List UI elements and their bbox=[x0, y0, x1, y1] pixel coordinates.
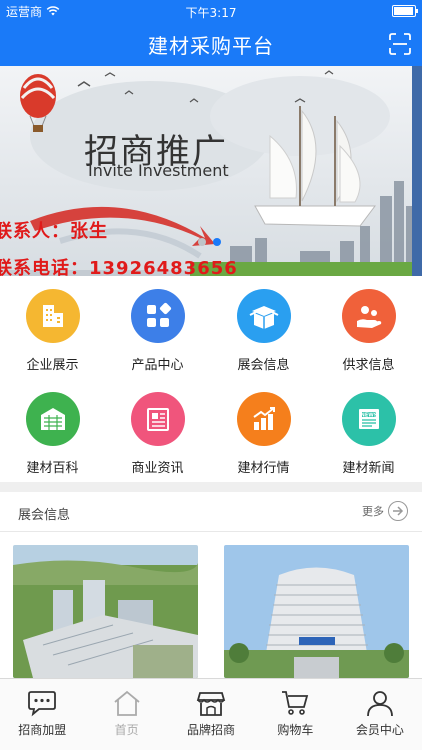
menu-label: 展会信息 bbox=[237, 358, 290, 373]
svg-text:NEWS: NEWS bbox=[360, 413, 377, 419]
section-title: 展会信息 bbox=[18, 508, 71, 523]
expo-photo-center bbox=[13, 545, 198, 678]
status-time: 下午3:17 bbox=[185, 6, 237, 20]
nav-bar: 建材采购平台 bbox=[0, 22, 422, 66]
menu-label: 建材行情 bbox=[237, 461, 290, 476]
tab-franchise[interactable]: 招商加盟 bbox=[0, 679, 84, 750]
menu-label: 商业资讯 bbox=[131, 461, 184, 476]
page-title: 建材采购平台 bbox=[148, 33, 274, 58]
bottom-tab-bar: 招商加盟 首页 品牌招商 购物车 会员中心 bbox=[0, 678, 422, 750]
newspaper-icon bbox=[130, 392, 185, 446]
contact-phone: 联系电话：13926483656 bbox=[0, 258, 238, 276]
expo-card-image[interactable] bbox=[13, 545, 198, 678]
promo-banner[interactable]: 招商推广 Invite Investment 联系人：张生 联系电话：13926… bbox=[0, 66, 422, 276]
section-divider bbox=[0, 482, 422, 492]
warehouse-icon bbox=[25, 392, 80, 446]
tab-label: 首页 bbox=[114, 723, 139, 737]
menu-label: 建材百科 bbox=[26, 461, 79, 476]
menu-label: 建材新闻 bbox=[342, 461, 395, 476]
tab-member[interactable]: 会员中心 bbox=[338, 679, 422, 750]
contact-person: 联系人：张生 bbox=[0, 221, 108, 242]
tab-cart[interactable]: 购物车 bbox=[253, 679, 337, 750]
category-menu: 企业展示 产品中心 展会信息 供求信息 建材百科 商业资讯 建材行情 NEWS … bbox=[0, 276, 422, 482]
home-icon bbox=[114, 690, 140, 716]
menu-label: 供求信息 bbox=[342, 358, 395, 373]
menu-item-news[interactable]: NEWS 建材新闻 bbox=[316, 379, 421, 479]
bar-chart-icon bbox=[236, 392, 291, 446]
chat-icon bbox=[28, 691, 57, 717]
expo-photo-hotel bbox=[224, 545, 409, 678]
menu-item-supply[interactable]: 供求信息 bbox=[316, 276, 421, 376]
news-icon: NEWS bbox=[341, 392, 396, 446]
menu-label: 产品中心 bbox=[131, 358, 184, 373]
menu-item-expo[interactable]: 展会信息 bbox=[211, 276, 316, 376]
tab-label: 会员中心 bbox=[355, 723, 404, 737]
user-icon bbox=[366, 691, 393, 717]
tab-home[interactable]: 首页 bbox=[84, 679, 168, 750]
carousel-dot[interactable] bbox=[198, 238, 206, 246]
tab-label: 招商加盟 bbox=[18, 723, 67, 737]
menu-item-products[interactable]: 产品中心 bbox=[105, 276, 210, 376]
battery-icon bbox=[392, 5, 418, 17]
banner-subtitle: Invite Investment bbox=[88, 161, 229, 180]
menu-item-business-news[interactable]: 商业资讯 bbox=[105, 379, 210, 479]
expo-section-header: 展会信息 更多 bbox=[0, 492, 422, 532]
box-icon bbox=[236, 289, 291, 343]
expo-card-image[interactable] bbox=[224, 545, 409, 678]
arrow-right-icon bbox=[388, 501, 408, 521]
status-bar: 运营商 下午3:17 bbox=[0, 0, 422, 22]
menu-item-enterprise[interactable]: 企业展示 bbox=[0, 276, 105, 376]
carousel-dots[interactable] bbox=[198, 238, 221, 246]
scan-icon[interactable] bbox=[388, 32, 412, 56]
shop-icon bbox=[196, 692, 226, 716]
cart-icon bbox=[282, 691, 309, 715]
building-icon bbox=[25, 289, 80, 343]
more-label: 更多 bbox=[362, 505, 384, 518]
menu-label: 企业展示 bbox=[26, 358, 79, 373]
grid-icon bbox=[130, 289, 185, 343]
tab-label: 购物车 bbox=[277, 723, 314, 737]
menu-item-market[interactable]: 建材行情 bbox=[211, 379, 316, 479]
carousel-dot-active[interactable] bbox=[213, 238, 221, 246]
tab-label: 品牌招商 bbox=[187, 723, 236, 737]
battery-fill bbox=[394, 7, 413, 15]
tab-brand[interactable]: 品牌招商 bbox=[169, 679, 253, 750]
hand-coins-icon bbox=[341, 289, 396, 343]
more-link[interactable]: 更多 bbox=[362, 501, 408, 521]
menu-item-encyclopedia[interactable]: 建材百科 bbox=[0, 379, 105, 479]
